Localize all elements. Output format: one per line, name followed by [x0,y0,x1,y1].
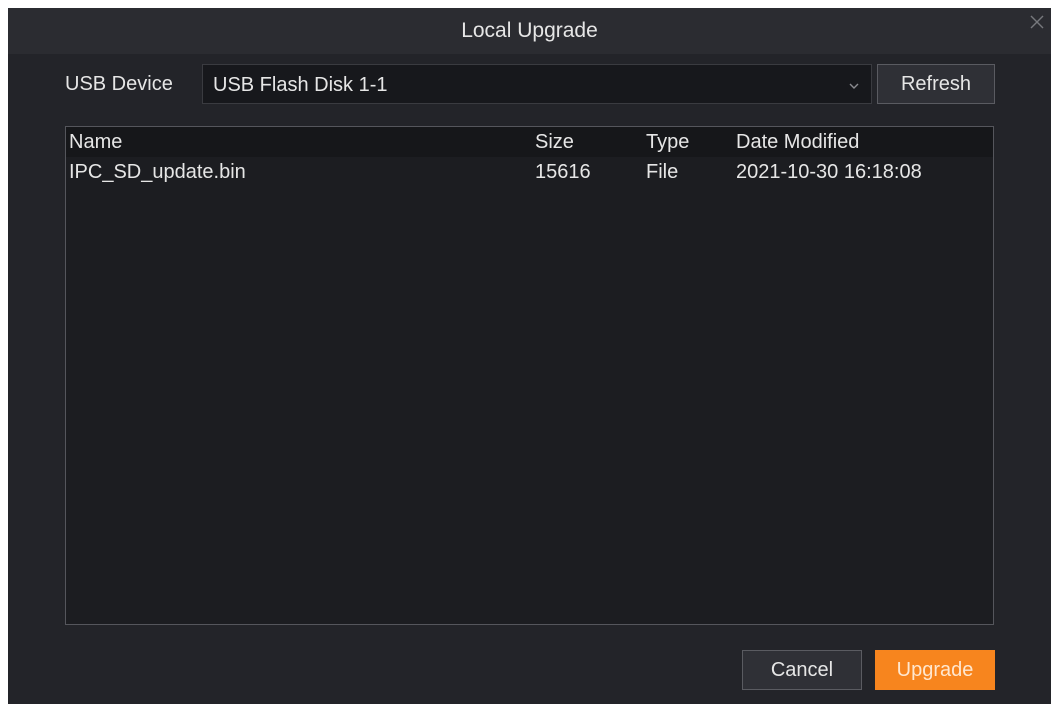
column-header-type[interactable]: Type [646,129,689,155]
local-upgrade-dialog: Local Upgrade USB Device USB Flash Disk … [8,8,1051,704]
usb-device-label: USB Device [65,73,173,95]
column-header-name[interactable]: Name [69,129,122,155]
dialog-title: Local Upgrade [461,19,598,42]
refresh-button[interactable]: Refresh [877,64,995,104]
file-size-cell: 15616 [535,161,591,183]
close-icon [1030,15,1044,29]
close-button[interactable] [1027,12,1047,32]
table-header: Name Size Type Date Modified [66,127,993,157]
column-header-size[interactable]: Size [535,129,574,155]
usb-device-select[interactable]: USB Flash Disk 1-1 [202,64,872,104]
cancel-button[interactable]: Cancel [742,650,862,690]
upgrade-button[interactable]: Upgrade [875,650,995,690]
file-table: Name Size Type Date Modified IPC_SD_upda… [65,126,994,625]
file-type-cell: File [646,161,679,183]
column-header-date-modified[interactable]: Date Modified [736,129,859,155]
table-row[interactable]: IPC_SD_update.bin 15616 File 2021-10-30 … [66,157,993,187]
usb-device-selected-value: USB Flash Disk 1-1 [213,74,388,96]
file-date-cell: 2021-10-30 16:18:08 [736,161,922,183]
file-name-cell: IPC_SD_update.bin [69,161,246,183]
title-bar: Local Upgrade [8,8,1051,54]
chevron-down-icon [849,83,859,89]
